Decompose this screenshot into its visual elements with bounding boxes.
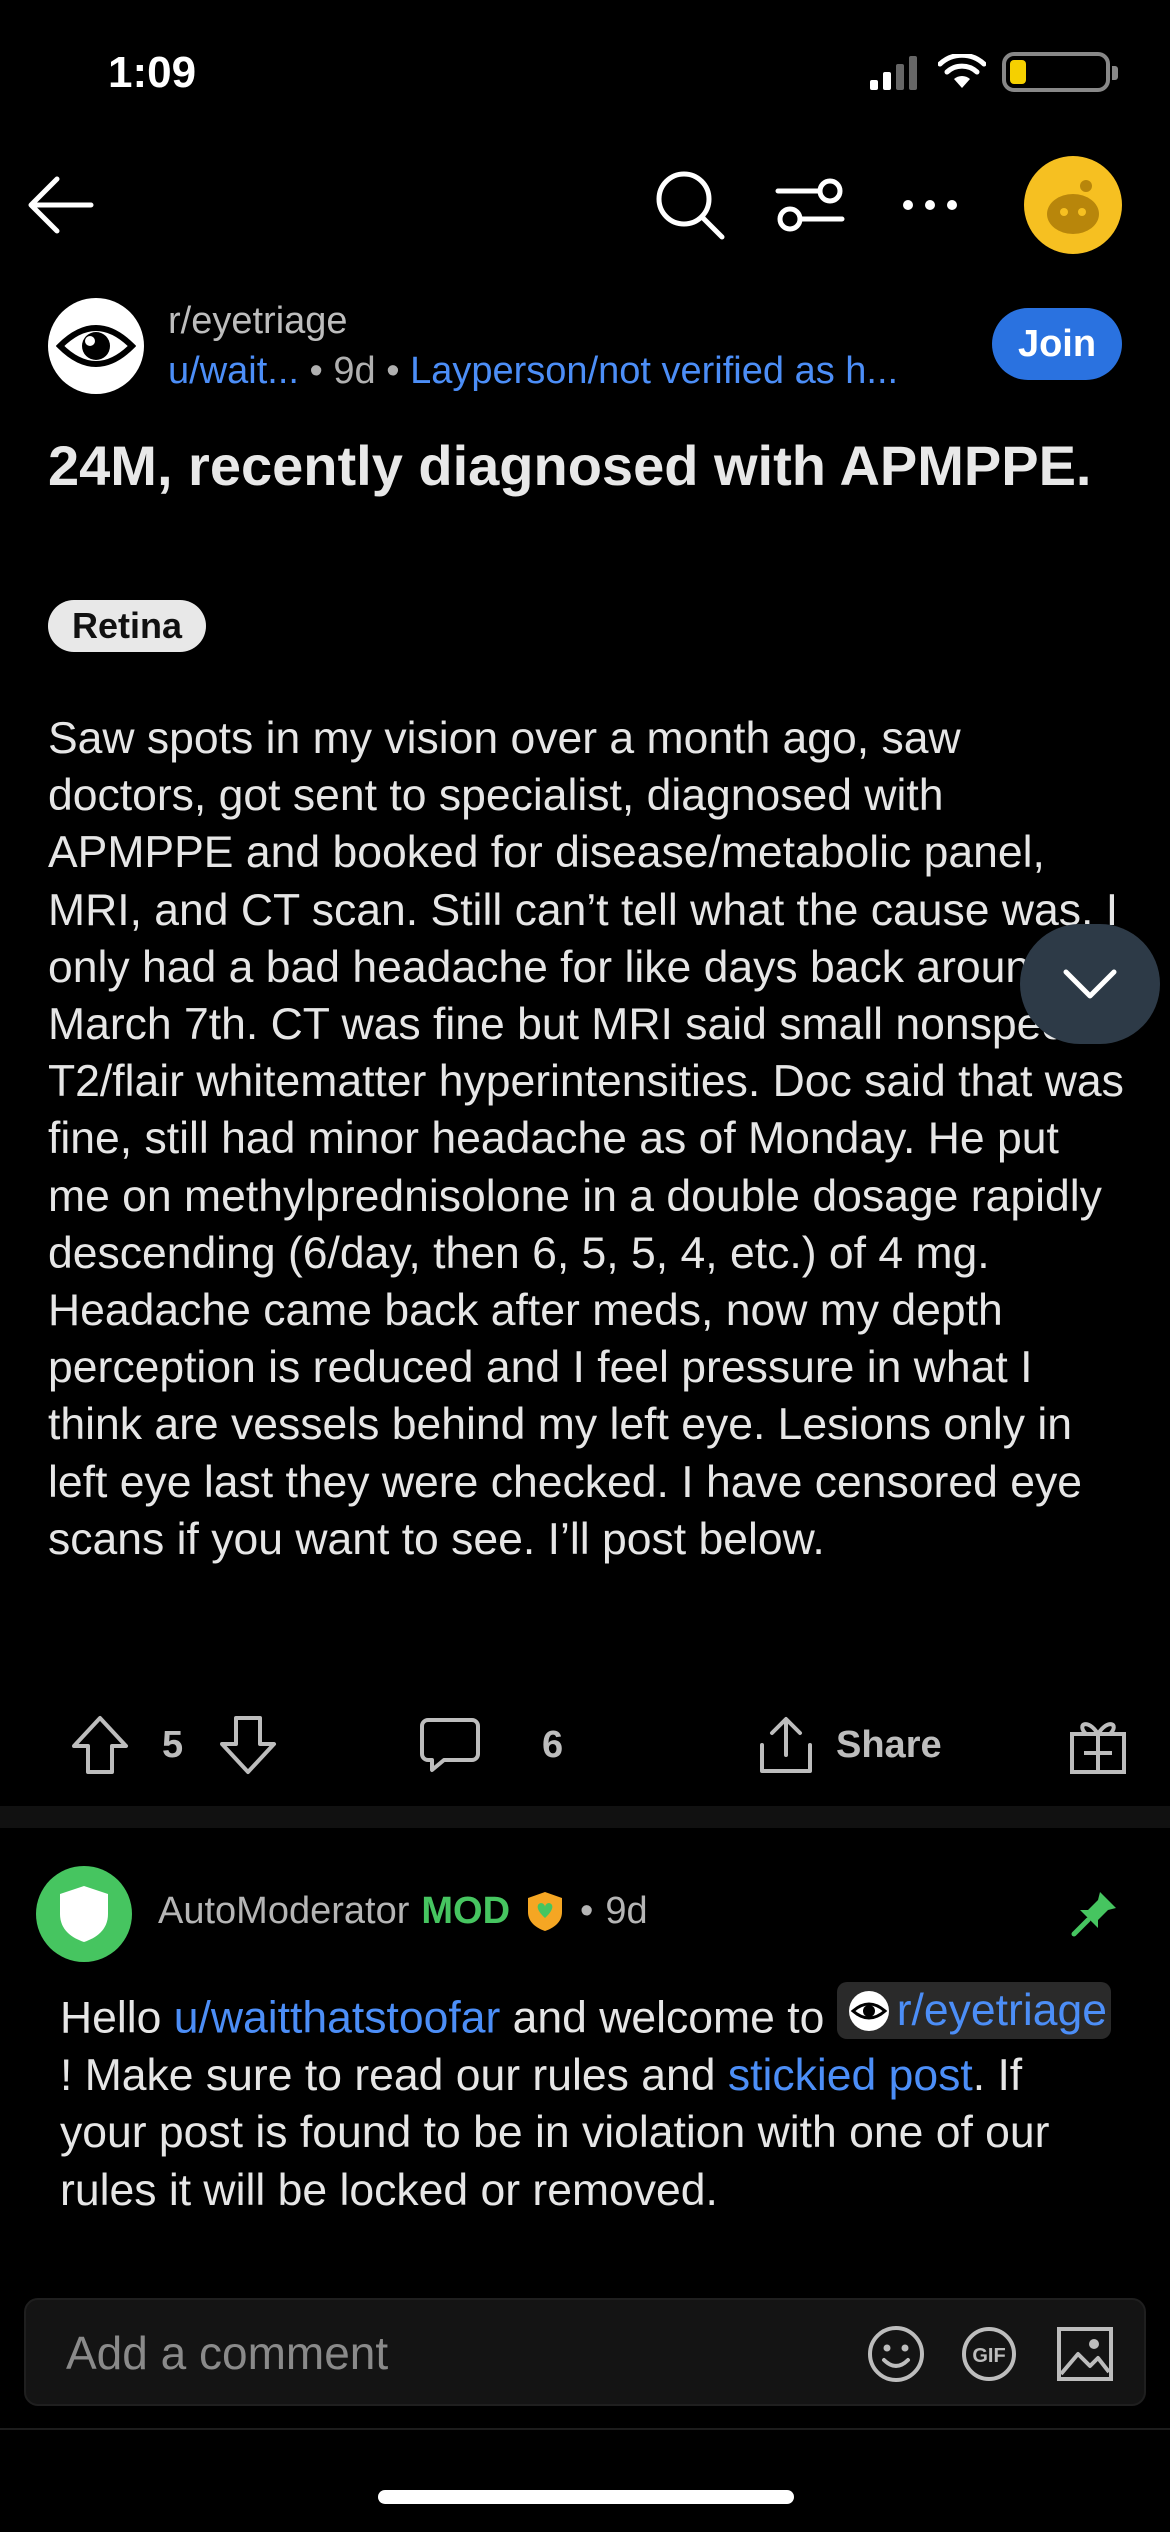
- chevron-down-icon: [1063, 969, 1117, 999]
- svg-text:GIF: GIF: [972, 2345, 1005, 2367]
- post-body: Saw spots in my vision over a month ago,…: [48, 714, 1124, 1564]
- post-author-link[interactable]: u/wait...: [168, 350, 299, 392]
- comment-body: Hello u/waitthatstoofar and welcome to r…: [60, 1982, 1120, 2219]
- comment-author[interactable]: AutoModerator: [158, 1890, 409, 1933]
- post-title: 24M, recently diagnosed with APMPPE.: [48, 434, 1092, 497]
- mod-shield-emoji-icon: [528, 1892, 563, 1931]
- image-icon: [1057, 2327, 1113, 2381]
- vote-count: 5: [162, 1723, 184, 1766]
- comment-text: Hello: [60, 1993, 174, 2043]
- back-button[interactable]: [22, 160, 98, 250]
- user-link[interactable]: u/waitthatstoofar: [174, 1994, 501, 2043]
- status-icons: [870, 52, 1118, 92]
- mod-badge: MOD: [421, 1889, 511, 1932]
- battery-icon: [1002, 52, 1118, 92]
- search-icon: [656, 171, 725, 240]
- snoo-avatar-icon: [1047, 180, 1099, 234]
- pin-icon: [1071, 1892, 1116, 1937]
- scroll-down-button[interactable]: [1020, 924, 1160, 1044]
- comments-button[interactable]: [420, 1710, 480, 1780]
- comment-count: 6: [542, 1723, 564, 1766]
- meta-dot: •: [309, 350, 334, 392]
- comment-text: and welcome to: [500, 1993, 837, 2043]
- more-options-button[interactable]: [890, 160, 970, 250]
- emoji-button[interactable]: [866, 2324, 926, 2389]
- image-upload-button[interactable]: [1056, 2326, 1114, 2387]
- search-button[interactable]: [650, 160, 730, 250]
- comment-header: AutoModerator MOD • 9d: [158, 1888, 648, 1934]
- pinned-indicator: [1070, 1888, 1120, 1943]
- eye-icon: [848, 1990, 889, 2031]
- home-indicator[interactable]: [378, 2490, 794, 2504]
- meta-dot: •: [580, 1889, 594, 1932]
- subreddit-link[interactable]: r/eyetriage: [897, 1982, 1107, 2039]
- upvote-button[interactable]: [70, 1710, 130, 1780]
- subreddit-name[interactable]: r/eyetriage: [168, 300, 348, 343]
- bottom-divider: [0, 2428, 1170, 2430]
- post-actions: 5 6 Share: [0, 1710, 1170, 1780]
- status-time: 1:09: [108, 48, 197, 97]
- user-avatar[interactable]: [1024, 156, 1122, 254]
- share-icon: [760, 1717, 812, 1773]
- downvote-button[interactable]: [218, 1710, 278, 1780]
- post-meta: u/wait... • 9d • Layperson/not verified …: [168, 350, 968, 393]
- share-button[interactable]: Share: [756, 1710, 942, 1780]
- signal-icon: [870, 56, 917, 90]
- gif-button[interactable]: GIF: [960, 2326, 1018, 2387]
- emoji-icon: [868, 2326, 924, 2382]
- top-nav-bar: [0, 156, 1170, 254]
- shield-icon: [60, 1886, 108, 1942]
- filter-icon: [775, 178, 845, 232]
- sort-filter-button[interactable]: [770, 160, 850, 250]
- downvote-arrow-icon: [220, 1716, 276, 1774]
- gift-icon: [1070, 1722, 1126, 1774]
- share-label: Share: [836, 1723, 942, 1766]
- comment-age: 9d: [605, 1889, 648, 1932]
- gif-icon: GIF: [962, 2327, 1016, 2381]
- eye-icon: [56, 325, 136, 367]
- add-comment-input[interactable]: [64, 2300, 828, 2406]
- stickied-post-link[interactable]: stickied post: [728, 2051, 973, 2100]
- wifi-icon: [938, 54, 986, 88]
- upvote-arrow-icon: [72, 1716, 128, 1774]
- comment-composer: GIF: [24, 2298, 1146, 2406]
- comment-bubble-icon: [420, 1718, 480, 1772]
- subreddit-chip[interactable]: r/eyetriage: [836, 1982, 1111, 2040]
- comment-text: ! Make sure to read our rules and: [60, 2050, 728, 2100]
- post-age: 9d: [333, 350, 376, 392]
- meta-dot: •: [386, 350, 411, 392]
- award-button[interactable]: [1068, 1710, 1128, 1780]
- automoderator-avatar[interactable]: [36, 1866, 132, 1962]
- back-arrow-icon: [28, 176, 94, 234]
- section-divider: [0, 1806, 1170, 1828]
- post-flair[interactable]: Retina: [48, 600, 207, 652]
- author-flair: Layperson/not verified as h...: [410, 350, 899, 392]
- more-horizontal-icon: [903, 200, 957, 210]
- subreddit-icon[interactable]: [48, 298, 144, 394]
- join-button[interactable]: Join: [992, 308, 1122, 380]
